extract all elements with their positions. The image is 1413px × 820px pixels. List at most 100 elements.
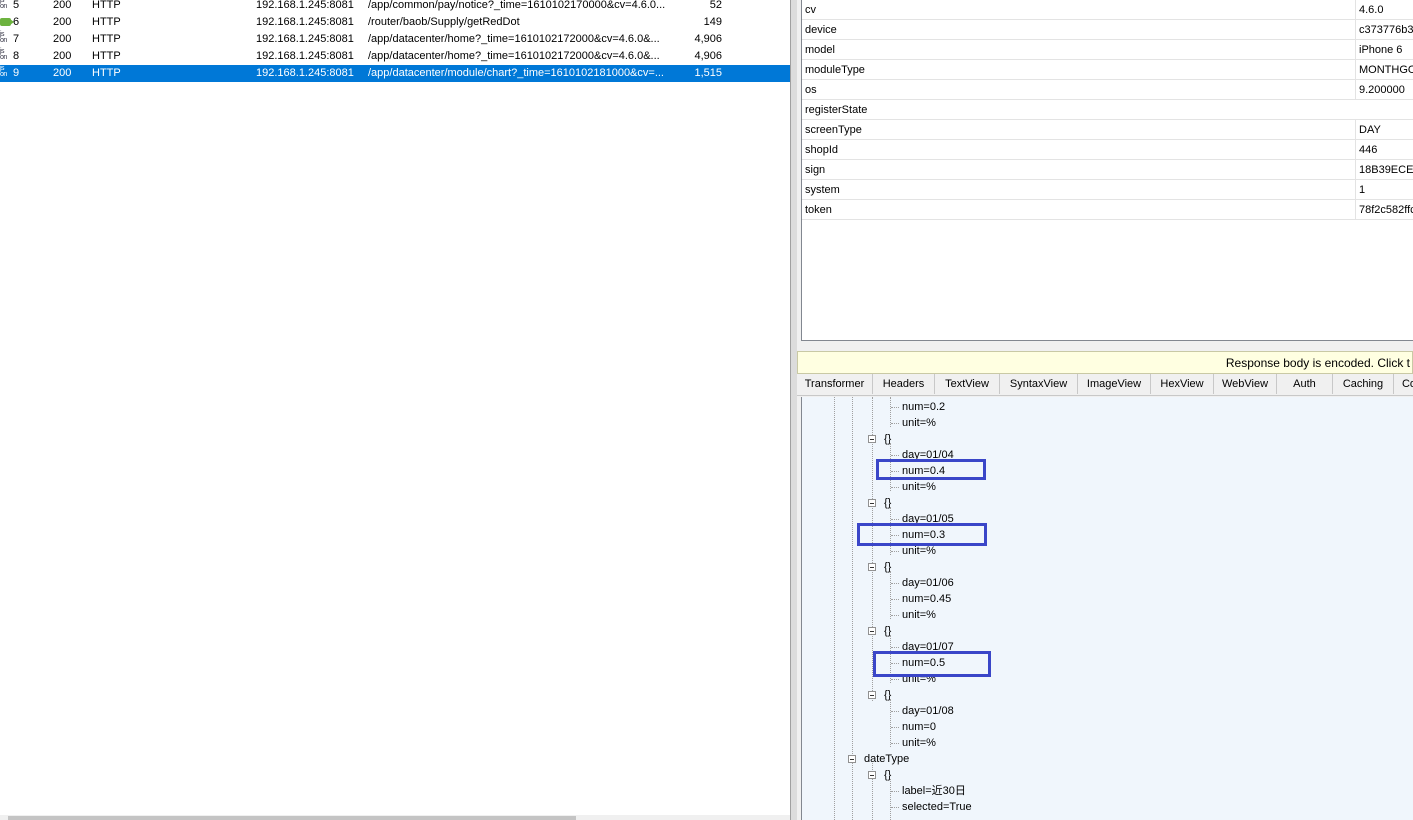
collapse-icon[interactable] (848, 755, 856, 763)
tree-node[interactable]: num=0 (902, 719, 936, 735)
session-number: 9 (13, 67, 20, 79)
tree-node[interactable]: num=0.2 (902, 399, 945, 415)
tree-connector (891, 487, 899, 488)
session-row[interactable]: 6 200 HTTP 192.168.1.245:8081 /router/ba… (0, 14, 790, 31)
param-row[interactable]: screenType DAY (802, 120, 1413, 140)
tree-node-object[interactable]: {} (884, 767, 891, 783)
tree-connector (891, 791, 899, 792)
tab-transformer[interactable]: Transformer (797, 374, 873, 394)
tree-node[interactable]: unit=% (902, 415, 936, 431)
tree-node[interactable]: label=近30日 (902, 783, 966, 799)
session-row-selected[interactable]: js on 9 200 HTTP 192.168.1.245:8081 /app/… (0, 65, 790, 82)
session-row[interactable]: js on 8 200 HTTP 192.168.1.245:8081 /app/… (0, 48, 790, 65)
horizontal-scrollbar[interactable] (0, 815, 790, 820)
tree-node[interactable]: day=01/06 (902, 575, 954, 591)
session-body-size: 149 (703, 16, 722, 28)
tab-hexview[interactable]: HexView (1151, 374, 1214, 394)
tab-syntaxview[interactable]: SyntaxView (1000, 374, 1078, 394)
param-row[interactable]: sign 18B39ECE8 (802, 160, 1413, 180)
param-row[interactable]: model iPhone 6 (802, 40, 1413, 60)
tree-node[interactable]: num=0.45 (902, 591, 951, 607)
scrollbar-thumb[interactable] (8, 816, 576, 820)
highlight-box (873, 651, 991, 677)
session-url: /app/common/pay/notice?_time=16101021700… (368, 0, 666, 11)
collapse-icon[interactable] (868, 563, 876, 571)
session-result: 200 (53, 67, 72, 79)
session-body-size: 4,906 (694, 50, 722, 62)
session-host: 192.168.1.245:8081 (256, 33, 354, 45)
tab-auth[interactable]: Auth (1277, 374, 1333, 394)
param-key: system (805, 184, 840, 196)
tab-caching[interactable]: Caching (1333, 374, 1394, 394)
tree-node[interactable]: unit=% (902, 479, 936, 495)
tree-node-object[interactable]: {} (884, 687, 891, 703)
tree-connector (891, 455, 899, 456)
param-value: 18B39ECE8 (1355, 160, 1413, 180)
tree-connector (891, 743, 899, 744)
param-row[interactable]: device c373776b39 (802, 20, 1413, 40)
collapse-icon[interactable] (868, 771, 876, 779)
pane-splitter[interactable] (790, 0, 797, 820)
tree-node-object[interactable]: {} (884, 431, 891, 447)
highlight-box (857, 523, 987, 546)
session-protocol: HTTP (92, 33, 121, 45)
tab-webview[interactable]: WebView (1214, 374, 1277, 394)
param-key: os (805, 84, 817, 96)
tree-node[interactable]: selected=True (902, 799, 972, 815)
param-key: device (805, 24, 837, 36)
tree-guide-line (890, 699, 891, 747)
collapse-icon[interactable] (868, 627, 876, 635)
tree-node[interactable]: unit=% (902, 607, 936, 623)
post-arrow-icon (0, 14, 14, 31)
request-params-grid: cv 4.6.0 device c373776b39 model iPhone 6 m… (801, 0, 1413, 341)
tree-node[interactable]: unit=% (902, 735, 936, 751)
session-body-size: 4,906 (694, 33, 722, 45)
encoded-body-notice[interactable]: Response body is encoded. Click t (797, 351, 1413, 374)
tree-node-datetype[interactable]: dateType (864, 751, 909, 767)
tree-connector (891, 727, 899, 728)
session-list: js on 5 200 HTTP 192.168.1.245:8081 /app/… (0, 0, 790, 820)
tab-cookies[interactable]: Co (1394, 374, 1413, 394)
session-row[interactable]: js on 5 200 HTTP 192.168.1.245:8081 /app/… (0, 0, 790, 14)
tree-connector (891, 423, 899, 424)
param-key: moduleType (805, 64, 865, 76)
param-value: 1 (1355, 180, 1413, 200)
inspector-pane: cv 4.6.0 device c373776b39 model iPhone 6 m… (797, 0, 1413, 820)
session-protocol: HTTP (92, 67, 121, 79)
session-host: 192.168.1.245:8081 (256, 50, 354, 62)
session-url: /router/baob/Supply/getRedDot (368, 16, 520, 28)
tab-headers[interactable]: Headers (873, 374, 935, 394)
session-protocol: HTTP (92, 0, 121, 11)
param-value: 78f2c582ffc (1355, 200, 1413, 220)
session-row[interactable]: js on 7 200 HTTP 192.168.1.245:8081 /app/… (0, 31, 790, 48)
param-key: sign (805, 164, 826, 176)
param-key: token (805, 204, 832, 216)
collapse-icon[interactable] (868, 435, 876, 443)
param-row[interactable]: system 1 (802, 180, 1413, 200)
tree-connector (891, 599, 899, 600)
param-row[interactable]: token 78f2c582ffc (802, 200, 1413, 220)
param-row[interactable]: moduleType MONTHGOC (802, 60, 1413, 80)
param-row[interactable]: cv 4.6.0 (802, 0, 1413, 20)
highlight-box (876, 459, 986, 480)
collapse-icon[interactable] (868, 499, 876, 507)
session-host: 192.168.1.245:8081 (256, 67, 354, 79)
tree-node[interactable]: day=01/08 (902, 703, 954, 719)
tab-imageview[interactable]: ImageView (1078, 374, 1151, 394)
param-row[interactable]: registerState (802, 100, 1413, 120)
param-row[interactable]: os 9.200000 (802, 80, 1413, 100)
session-url: /app/datacenter/home?_time=1610102172000… (368, 50, 660, 62)
param-key: screenType (805, 124, 862, 136)
session-number: 5 (13, 0, 20, 11)
tab-textview[interactable]: TextView (935, 374, 1000, 394)
param-value: MONTHGOC (1355, 60, 1413, 80)
tree-node-object[interactable]: {} (884, 623, 891, 639)
session-result: 200 (53, 0, 72, 11)
tree-node-object[interactable]: {} (884, 559, 891, 575)
tree-node-object[interactable]: {} (884, 495, 891, 511)
collapse-icon[interactable] (868, 691, 876, 699)
param-row[interactable]: shopId 446 (802, 140, 1413, 160)
session-result: 200 (53, 50, 72, 62)
param-value: 9.200000 (1355, 80, 1413, 100)
tree-guide-line (890, 571, 891, 619)
